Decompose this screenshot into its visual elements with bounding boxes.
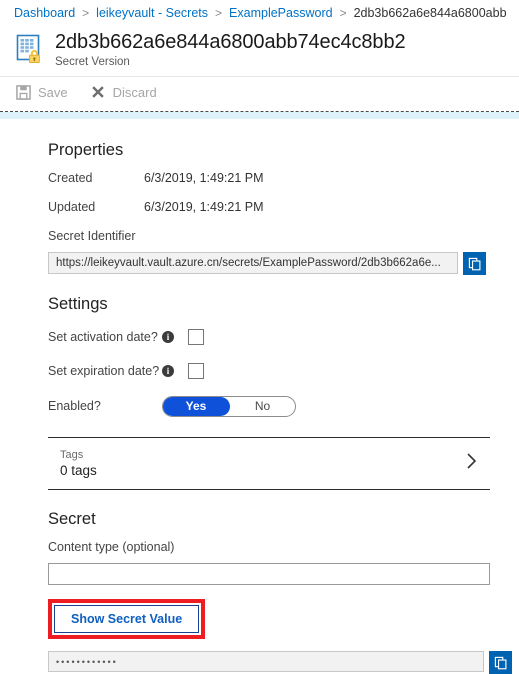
breadcrumb-item-current-version: 2db3b662a6e844a6800abb [353, 6, 507, 20]
command-toolbar: Save Discard [0, 76, 519, 107]
breadcrumb-separator: > [82, 6, 90, 20]
created-row: Created 6/3/2019, 1:49:21 PM [48, 171, 519, 185]
settings-heading: Settings [48, 295, 108, 313]
accent-band [0, 112, 519, 119]
info-icon[interactable]: i [162, 331, 174, 343]
secret-identifier-input[interactable]: https://leikeyvault.vault.azure.cn/secre… [48, 252, 458, 274]
secret-version-icon [14, 32, 46, 64]
show-secret-value-button[interactable]: Show Secret Value [54, 605, 200, 633]
secret-heading: Secret [48, 510, 96, 528]
secret-identifier-label: Secret Identifier [48, 229, 136, 243]
updated-row: Updated 6/3/2019, 1:49:21 PM [48, 200, 519, 214]
breadcrumb-separator: > [339, 6, 347, 20]
discard-button-label: Discard [112, 84, 157, 100]
info-icon[interactable]: i [162, 365, 174, 377]
secret-value-row: •••••••••••• [48, 651, 519, 674]
breadcrumb-item-dashboard[interactable]: Dashboard [14, 6, 75, 20]
copy-secret-identifier-button[interactable] [463, 252, 486, 275]
breadcrumb-item-example-password[interactable]: ExamplePassword [229, 6, 333, 20]
set-expiration-date-checkbox[interactable] [188, 363, 204, 379]
discard-button[interactable]: Discard [90, 84, 157, 100]
secret-section: Secret Content type (optional) Show Secr… [48, 510, 519, 674]
show-secret-value-highlight: Show Secret Value [48, 599, 206, 639]
tags-value: 0 tags [60, 462, 97, 478]
breadcrumb-item-vault-secrets[interactable]: leikeyvault - Secrets [96, 6, 208, 20]
tags-label: Tags [60, 448, 84, 461]
updated-label: Updated [48, 200, 96, 214]
close-x-icon [90, 84, 106, 100]
tags-row[interactable]: Tags 0 tags [48, 437, 490, 490]
tags-texts: Tags 0 tags [48, 448, 465, 480]
enabled-row: Enabled? Yes No [48, 393, 519, 419]
enabled-toggle-yes[interactable]: Yes [163, 396, 230, 416]
chevron-right-icon[interactable] [465, 451, 490, 476]
content-type-input[interactable] [48, 563, 490, 585]
copy-icon [468, 257, 480, 270]
created-value: 6/3/2019, 1:49:21 PM [144, 171, 264, 185]
enabled-toggle[interactable]: Yes No [162, 395, 296, 417]
enabled-label: Enabled? [48, 399, 101, 413]
set-activation-date-label: Set activation date? [48, 330, 158, 344]
page-subtitle: Secret Version [55, 56, 130, 68]
set-expiration-date-row: Set expiration date? i [48, 359, 519, 383]
section-divider [0, 111, 519, 119]
copy-secret-value-button[interactable] [489, 651, 512, 674]
save-button-label: Save [38, 84, 68, 100]
secret-identifier-row: https://leikeyvault.vault.azure.cn/secre… [48, 252, 519, 275]
set-expiration-date-label: Set expiration date? [48, 364, 160, 378]
set-activation-date-checkbox[interactable] [188, 329, 204, 345]
content-type-label: Content type (optional) [48, 540, 175, 554]
breadcrumb: Dashboard > leikeyvault - Secrets > Exam… [0, 0, 519, 26]
save-disk-icon [15, 84, 31, 100]
save-button[interactable]: Save [15, 84, 68, 100]
secret-value-input[interactable]: •••••••••••• [48, 651, 484, 672]
created-label: Created [48, 171, 93, 185]
page-header: 2db3b662a6e844a6800abb74ec4c8bb2 Secret … [0, 26, 519, 74]
breadcrumb-separator: > [215, 6, 223, 20]
page-title: 2db3b662a6e844a6800abb74ec4c8bb2 [55, 31, 406, 53]
updated-value: 6/3/2019, 1:49:21 PM [144, 200, 264, 214]
set-activation-date-row: Set activation date? i [48, 325, 519, 349]
properties-heading: Properties [48, 141, 124, 159]
main-content: Properties Created 6/3/2019, 1:49:21 PM … [0, 119, 519, 674]
enabled-toggle-no[interactable]: No [230, 399, 295, 413]
